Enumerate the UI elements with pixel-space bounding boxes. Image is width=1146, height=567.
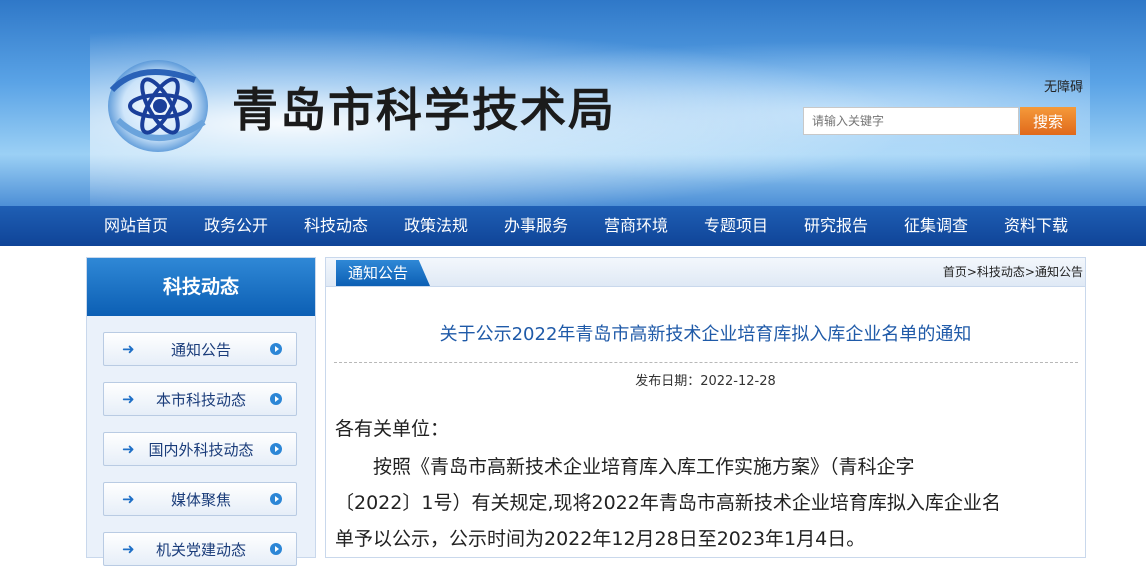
section-tab[interactable]: 通知公告	[336, 260, 431, 286]
breadcrumb-tech-news[interactable]: 科技动态	[977, 265, 1025, 279]
atom-logo-icon	[108, 60, 208, 152]
article-paragraph: 各有关单位：	[335, 418, 450, 440]
main-nav: 网站首页 政务公开 科技动态 政策法规 办事服务 营商环境 专题项目 研究报告 …	[0, 206, 1146, 246]
nav-item-gov-affairs[interactable]: 政务公开	[204, 206, 268, 246]
sidebar-item-label: 机关党建动态	[155, 541, 246, 559]
article-paragraph: 单予以公示，公示时间为2022年12月28日至2023年1月4日。	[335, 528, 866, 550]
breadcrumb-separator: >	[966, 265, 977, 279]
nav-item-policies[interactable]: 政策法规	[404, 206, 468, 246]
search-input[interactable]	[803, 107, 1019, 135]
article-paragraph: 〔2022〕1号）有关规定,现将2022年青岛市高新技术企业培育库拟入库企业名	[335, 492, 1001, 514]
sidebar-item-label: 媒体聚焦	[170, 491, 231, 509]
circle-play-icon	[270, 393, 282, 405]
nav-item-business-env[interactable]: 营商环境	[604, 206, 668, 246]
nav-item-home[interactable]: 网站首页	[104, 206, 168, 246]
sidebar-item-notices[interactable]: ➜ 通知公告	[103, 332, 297, 366]
accessibility-link[interactable]: 无障碍	[1044, 76, 1083, 95]
circle-play-icon	[270, 493, 282, 505]
circle-play-icon	[270, 543, 282, 555]
sidebar-item-label: 通知公告	[170, 341, 231, 359]
title-divider	[334, 362, 1078, 363]
sidebar-item-media[interactable]: ➜ 媒体聚焦	[103, 482, 297, 516]
circle-play-icon	[270, 343, 282, 355]
site-title: 青岛市科学技术局	[232, 83, 616, 137]
nav-item-projects[interactable]: 专题项目	[704, 206, 768, 246]
nav-item-reports[interactable]: 研究报告	[804, 206, 868, 246]
site-header: 青岛市科学技术局 无障碍 搜索	[0, 0, 1146, 206]
circle-play-icon	[270, 443, 282, 455]
nav-item-downloads[interactable]: 资料下载	[1004, 206, 1068, 246]
sidebar-item-local-news[interactable]: ➜ 本市科技动态	[103, 382, 297, 416]
content-header: 通知公告 首页>科技动态>通知公告	[326, 258, 1085, 287]
breadcrumb-notices[interactable]: 通知公告	[1035, 265, 1083, 279]
sidebar: 科技动态 ➜ 通知公告 ➜ 本市科技动态 ➜ 国内外科技动态 ➜ 媒体聚焦 ➜ …	[86, 257, 316, 566]
nav-item-tech-news[interactable]: 科技动态	[304, 206, 368, 246]
nav-item-surveys[interactable]: 征集调查	[904, 206, 968, 246]
breadcrumb: 首页>科技动态>通知公告	[943, 258, 1083, 286]
sidebar-item-party-news[interactable]: ➜ 机关党建动态	[103, 532, 297, 566]
breadcrumb-home[interactable]: 首页	[943, 265, 967, 279]
article-title: 关于公示2022年青岛市高新技术企业培育库拟入库企业名单的通知	[439, 324, 972, 345]
publish-date: 发布日期：2022-12-28	[635, 374, 776, 389]
search-button[interactable]: 搜索	[1020, 107, 1076, 135]
sidebar-item-label: 本市科技动态	[155, 391, 246, 409]
nav-item-services[interactable]: 办事服务	[504, 206, 568, 246]
main-content: 通知公告 首页>科技动态>通知公告 关于公示2022年青岛市高新技术企业培育库拟…	[325, 257, 1086, 558]
sidebar-item-label: 国内外科技动态	[148, 441, 254, 459]
article-paragraph: 按照《青岛市高新技术企业培育库入库工作实施方案》（青科企字	[335, 456, 915, 478]
breadcrumb-separator: >	[1024, 265, 1035, 279]
sidebar-item-global-news[interactable]: ➜ 国内外科技动态	[103, 432, 297, 466]
sidebar-title: 科技动态	[87, 258, 315, 316]
